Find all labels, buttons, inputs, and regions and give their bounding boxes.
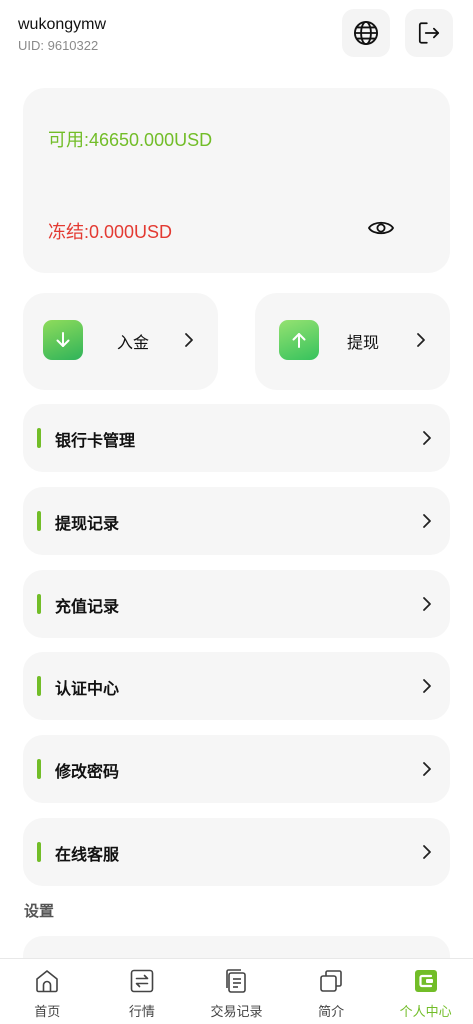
language-button[interactable] <box>342 9 390 57</box>
menu-item-label: 在线客服 <box>55 845 120 864</box>
chevron-right-icon <box>423 597 431 611</box>
chevron-right-icon <box>423 845 431 859</box>
menu-item-label: 认证中心 <box>55 679 120 698</box>
tab-profile[interactable]: 个人中心 <box>378 959 473 1024</box>
chevron-right-icon <box>423 762 431 776</box>
menu-accent-bar <box>37 511 41 531</box>
menu-item-change-password[interactable]: 修改密码 <box>23 735 450 803</box>
menu-accent-bar <box>37 759 41 779</box>
copy-icon <box>320 970 342 992</box>
menu-item-label: 银行卡管理 <box>55 431 136 450</box>
settings-section-title: 设置 <box>24 902 55 920</box>
withdraw-button[interactable]: 提现 <box>255 293 450 390</box>
balance-card: 可用:46650.000USD 冻结:0.000USD <box>23 88 450 273</box>
home-icon <box>36 970 59 993</box>
tab-intro[interactable]: 简介 <box>284 959 379 1024</box>
chevron-right-icon <box>417 333 425 347</box>
menu-item-label: 提现记录 <box>55 514 120 533</box>
menu-accent-bar <box>37 842 41 862</box>
chevron-right-icon <box>423 514 431 528</box>
logout-button[interactable] <box>405 9 453 57</box>
menu-accent-bar <box>37 594 41 614</box>
menu-item-label: 修改密码 <box>55 762 120 781</box>
chevron-right-icon <box>423 431 431 445</box>
menu-item-withdraw-records[interactable]: 提现记录 <box>23 487 450 555</box>
withdraw-label: 提现 <box>347 333 380 352</box>
tab-home[interactable]: 首页 <box>0 959 95 1024</box>
globe-icon <box>353 20 379 46</box>
exchange-icon <box>130 969 154 993</box>
tab-market[interactable]: 行情 <box>95 959 190 1024</box>
username: wukongymw <box>18 16 107 33</box>
tab-label: 简介 <box>318 1005 345 1020</box>
available-balance: 可用:46650.000USD <box>48 130 213 150</box>
bottom-tab-bar: 首页 行情 交易记录 简介 个人中心 <box>0 958 473 1024</box>
menu-item-recharge-records[interactable]: 充值记录 <box>23 570 450 638</box>
tab-trade-records[interactable]: 交易记录 <box>189 959 284 1024</box>
withdraw-arrow-up-icon <box>279 320 319 360</box>
deposit-label: 入金 <box>117 333 150 352</box>
frozen-balance: 冻结:0.000USD <box>48 222 173 242</box>
document-icon <box>226 969 247 993</box>
user-uid: UID: 9610322 <box>18 38 99 53</box>
deposit-button[interactable]: 入金 <box>23 293 218 390</box>
wallet-icon <box>414 970 437 992</box>
eye-icon[interactable] <box>367 218 395 238</box>
tab-label: 交易记录 <box>210 1005 263 1020</box>
menu-item-bank-card[interactable]: 银行卡管理 <box>23 404 450 472</box>
tab-label: 个人中心 <box>399 1005 452 1020</box>
logout-icon <box>418 22 440 44</box>
header: wukongymw UID: 9610322 <box>0 0 473 70</box>
chevron-right-icon <box>423 679 431 693</box>
tab-label: 行情 <box>128 1005 155 1020</box>
menu-item-label: 充值记录 <box>55 597 120 616</box>
tab-label: 首页 <box>34 1005 61 1020</box>
menu-accent-bar <box>37 428 41 448</box>
chevron-right-icon <box>185 333 193 347</box>
menu-accent-bar <box>37 676 41 696</box>
deposit-arrow-down-icon <box>43 320 83 360</box>
menu-item-verification[interactable]: 认证中心 <box>23 652 450 720</box>
menu-item-online-support[interactable]: 在线客服 <box>23 818 450 886</box>
